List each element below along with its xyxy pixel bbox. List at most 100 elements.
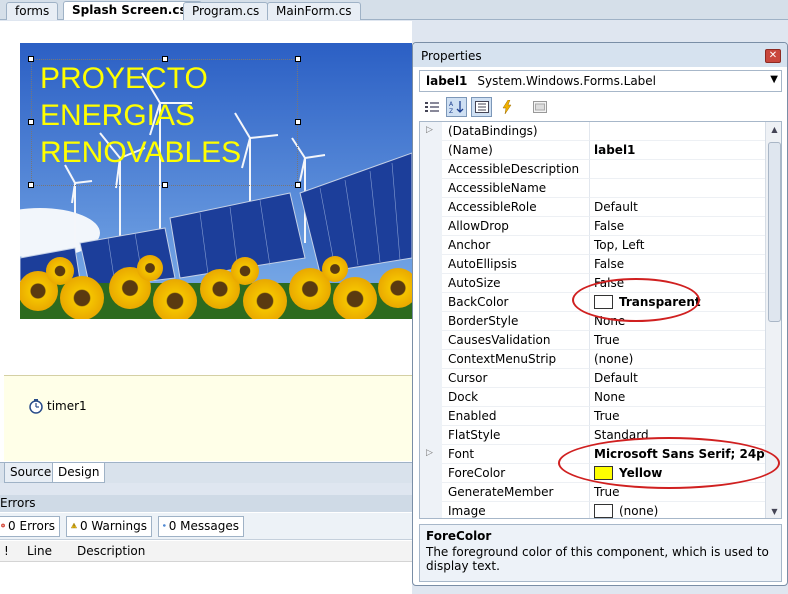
component-tray: timer1 bbox=[4, 375, 412, 461]
column-description[interactable]: Description bbox=[77, 544, 145, 558]
property-name[interactable]: BorderStyle bbox=[442, 312, 590, 331]
property-value[interactable]: False bbox=[590, 217, 765, 236]
property-name[interactable]: BackColor bbox=[442, 293, 590, 312]
property-value-text: True bbox=[594, 409, 620, 423]
tab-design[interactable]: Design bbox=[52, 463, 106, 483]
expand-arrow-icon[interactable]: ▷ bbox=[426, 448, 433, 458]
property-name[interactable]: Cursor bbox=[442, 369, 590, 388]
error-icon bbox=[1, 523, 5, 528]
property-value[interactable] bbox=[590, 179, 765, 198]
description-text: The foreground color of this component, … bbox=[426, 545, 769, 573]
resize-handle-t[interactable] bbox=[162, 56, 168, 62]
property-row[interactable]: (Name) label1 bbox=[420, 141, 765, 160]
property-value[interactable] bbox=[590, 160, 765, 179]
errors-filter-button[interactable]: 0 Errors bbox=[0, 516, 60, 537]
property-row[interactable]: AccessibleName bbox=[420, 179, 765, 198]
property-name[interactable]: (DataBindings) bbox=[442, 122, 590, 141]
property-value[interactable]: True bbox=[590, 407, 765, 426]
property-name[interactable]: AutoSize bbox=[442, 274, 590, 293]
scroll-up-icon[interactable]: ▲ bbox=[766, 122, 781, 138]
property-row[interactable]: ▷ (DataBindings) bbox=[420, 122, 765, 141]
property-value-text: Default bbox=[594, 200, 638, 214]
resize-handle-tr[interactable] bbox=[295, 56, 301, 62]
property-row[interactable]: Cursor Default bbox=[420, 369, 765, 388]
property-value[interactable]: False bbox=[590, 255, 765, 274]
resize-handle-r[interactable] bbox=[295, 119, 301, 125]
property-name[interactable]: FlatStyle bbox=[442, 426, 590, 445]
property-row[interactable]: AutoEllipsis False bbox=[420, 255, 765, 274]
alphabetical-icon[interactable]: AZ bbox=[446, 97, 467, 117]
messages-count-label: 0 Messages bbox=[168, 519, 239, 533]
property-value[interactable] bbox=[590, 122, 765, 141]
property-row[interactable]: CausesValidation True bbox=[420, 331, 765, 350]
property-value-text: False bbox=[594, 219, 625, 233]
property-name[interactable]: ContextMenuStrip bbox=[442, 350, 590, 369]
property-row[interactable]: AccessibleDescription bbox=[420, 160, 765, 179]
property-row[interactable]: AccessibleRole Default bbox=[420, 198, 765, 217]
property-value[interactable]: Top, Left bbox=[590, 236, 765, 255]
property-value[interactable]: Default bbox=[590, 369, 765, 388]
property-name[interactable]: AccessibleName bbox=[442, 179, 590, 198]
property-value[interactable]: label1 bbox=[590, 141, 765, 160]
tab-forms[interactable]: forms bbox=[6, 2, 59, 20]
property-name[interactable]: Enabled bbox=[442, 407, 590, 426]
document-tab-bar: forms Splash Screen.cs* Program.cs MainF… bbox=[0, 0, 788, 20]
close-icon[interactable]: ✕ bbox=[765, 49, 781, 63]
property-value[interactable]: Default bbox=[590, 198, 765, 217]
property-value[interactable]: None bbox=[590, 388, 765, 407]
properties-toolbar: AZ bbox=[419, 95, 782, 119]
scroll-down-icon[interactable]: ▼ bbox=[766, 504, 781, 518]
tab-splash-screen[interactable]: Splash Screen.cs* bbox=[63, 1, 202, 20]
messages-filter-button[interactable]: 0 Messages bbox=[158, 516, 244, 537]
resize-handle-l[interactable] bbox=[28, 119, 34, 125]
properties-view-icon[interactable] bbox=[471, 97, 492, 117]
resize-handle-tl[interactable] bbox=[28, 56, 34, 62]
chevron-down-icon[interactable]: ▼ bbox=[770, 74, 778, 85]
property-name[interactable]: Anchor bbox=[442, 236, 590, 255]
property-row[interactable]: ContextMenuStrip (none) bbox=[420, 350, 765, 369]
resize-handle-bl[interactable] bbox=[28, 182, 34, 188]
property-name[interactable]: (Name) bbox=[442, 141, 590, 160]
property-row[interactable]: Dock None bbox=[420, 388, 765, 407]
tab-mainform[interactable]: MainForm.cs bbox=[267, 2, 361, 20]
property-name[interactable]: Dock bbox=[442, 388, 590, 407]
resize-handle-br[interactable] bbox=[295, 182, 301, 188]
object-selector[interactable]: label1 System.Windows.Forms.Label ▼ bbox=[419, 70, 782, 92]
property-row[interactable]: AllowDrop False bbox=[420, 217, 765, 236]
timer-component[interactable]: timer1 bbox=[28, 398, 87, 414]
property-name[interactable]: AccessibleDescription bbox=[442, 160, 590, 179]
tab-program[interactable]: Program.cs bbox=[183, 2, 269, 20]
property-name[interactable]: CausesValidation bbox=[442, 331, 590, 350]
property-value[interactable]: (none) bbox=[590, 350, 765, 369]
timer-icon bbox=[29, 399, 43, 414]
property-value-text: Top, Left bbox=[594, 238, 645, 252]
property-row[interactable]: Image (none) bbox=[420, 502, 765, 518]
column-line[interactable]: Line bbox=[27, 544, 52, 558]
property-value-text: True bbox=[594, 485, 620, 499]
tab-source[interactable]: Source bbox=[4, 463, 58, 483]
property-row[interactable]: Enabled True bbox=[420, 407, 765, 426]
error-list-panel: Errors 0 Errors 0 Warnings 0 Messages ! … bbox=[0, 495, 412, 594]
categorized-icon[interactable] bbox=[421, 97, 442, 117]
warnings-filter-button[interactable]: 0 Warnings bbox=[66, 516, 152, 537]
events-lightning-icon[interactable] bbox=[496, 97, 517, 117]
column-severity[interactable]: ! bbox=[4, 544, 9, 558]
property-row[interactable]: Anchor Top, Left bbox=[420, 236, 765, 255]
property-value[interactable]: (none) bbox=[590, 502, 765, 518]
label1-selection-box[interactable] bbox=[31, 59, 298, 186]
warnings-count-label: 0 Warnings bbox=[79, 519, 147, 533]
svg-text:Z: Z bbox=[449, 108, 453, 114]
resize-handle-b[interactable] bbox=[162, 182, 168, 188]
property-name[interactable]: AccessibleRole bbox=[442, 198, 590, 217]
property-name[interactable]: GenerateMember bbox=[442, 483, 590, 502]
property-value[interactable]: True bbox=[590, 331, 765, 350]
scrollbar-thumb[interactable] bbox=[768, 142, 781, 322]
property-name[interactable]: AllowDrop bbox=[442, 217, 590, 236]
selected-object-name: label1 bbox=[426, 74, 468, 88]
property-pages-icon[interactable] bbox=[529, 97, 550, 117]
property-name[interactable]: Image bbox=[442, 502, 590, 518]
property-value-text: label1 bbox=[594, 143, 636, 157]
form-designer-surface[interactable]: PROYECTO ENERGIAS RENOVABLES timer1 bbox=[0, 21, 412, 462]
property-name[interactable]: AutoEllipsis bbox=[442, 255, 590, 274]
expand-arrow-icon[interactable]: ▷ bbox=[426, 125, 433, 135]
